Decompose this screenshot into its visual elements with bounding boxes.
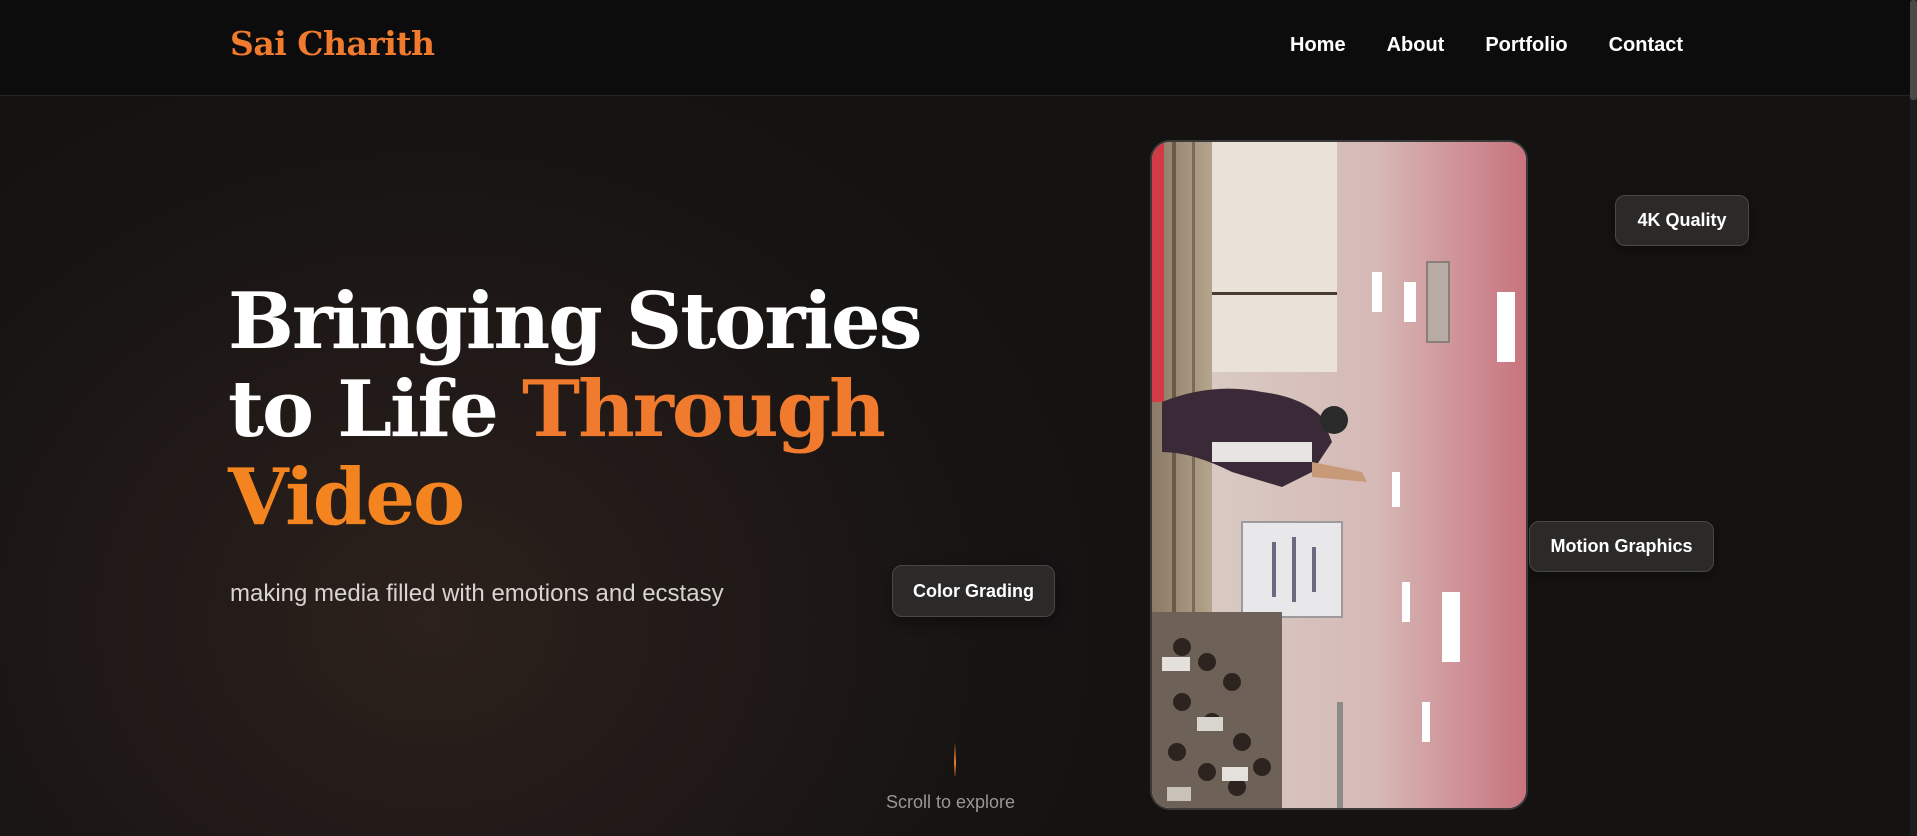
4k-quality-badge: 4K Quality	[1615, 195, 1749, 246]
hero-title-line1: Bringing Stories	[228, 276, 923, 367]
showcase-video[interactable]	[1150, 140, 1528, 810]
motion-graphics-badge: Motion Graphics	[1529, 521, 1714, 572]
nav-home-link[interactable]: Home	[1290, 34, 1346, 57]
scroll-to-explore[interactable]: Scroll to explore	[886, 792, 1015, 813]
nav-portfolio-link[interactable]: Portfolio	[1485, 34, 1567, 57]
hero-subtitle: making media filled with emotions and ec…	[230, 580, 724, 607]
scrollbar-thumb[interactable]	[1910, 0, 1917, 100]
scroll-indicator-line	[954, 742, 956, 776]
nav-about-link[interactable]: About	[1387, 34, 1445, 57]
hero-title: Bringing Stories to Life Through Video	[228, 278, 928, 542]
video-frame-image	[1152, 142, 1526, 808]
page: Sai Charith Home About Portfolio Contact…	[0, 0, 1917, 836]
hero-title-accent-video: Video	[228, 452, 465, 543]
nav-contact-link[interactable]: Contact	[1609, 34, 1683, 57]
site-header: Sai Charith Home About Portfolio Contact	[0, 0, 1910, 96]
hero-title-accent: Through	[522, 364, 886, 455]
main-nav: Home About Portfolio Contact	[1290, 34, 1724, 57]
color-grading-badge: Color Grading	[892, 565, 1055, 617]
hero-title-line2: to Life	[228, 364, 523, 455]
page-scrollbar[interactable]	[1910, 0, 1917, 836]
site-logo[interactable]: Sai Charith	[230, 24, 435, 63]
